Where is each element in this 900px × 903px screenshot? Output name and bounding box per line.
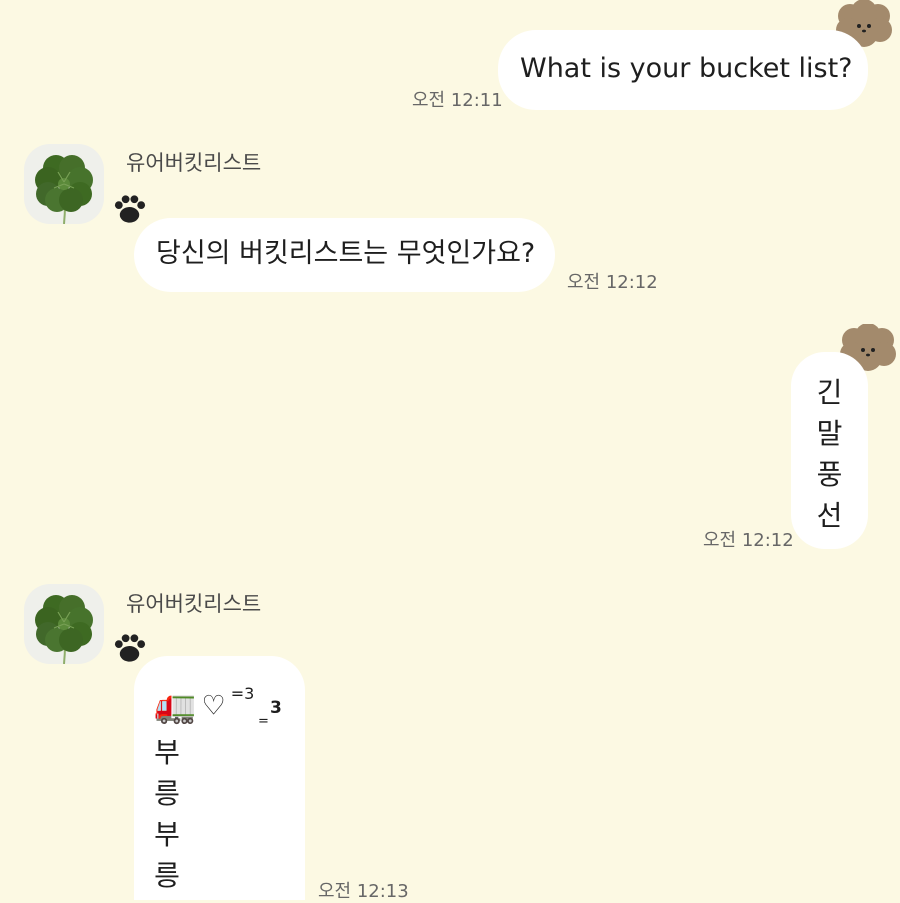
- four-leaf-clover-icon: [34, 154, 94, 224]
- message-bubble[interactable]: What is your bucket list?: [498, 30, 868, 110]
- message-text: 부 릉 부 릉: [134, 732, 200, 896]
- message-char: 풍: [816, 458, 843, 491]
- message-bubble[interactable]: 🚛 ♡ =3 = 3 부 릉 부 릉: [134, 656, 305, 900]
- sub-text: =: [258, 714, 269, 729]
- message-text: 당신의 버킷리스트는 무엇인가요?: [156, 238, 536, 269]
- message-char: 긴: [816, 376, 843, 409]
- message-text: What is your bucket list?: [520, 53, 853, 84]
- sender-name: 유어버킷리스트: [126, 592, 262, 616]
- sup-text: =3: [230, 683, 255, 703]
- message-bubble[interactable]: 긴 말 풍 선: [791, 352, 868, 549]
- message-time: 오전 12:13: [318, 881, 409, 902]
- sender-name: 유어버킷리스트: [126, 151, 262, 175]
- message-text: 긴 말 풍 선: [791, 372, 868, 536]
- four-leaf-clover-icon: [34, 594, 94, 664]
- message-char: 릉: [154, 859, 180, 892]
- message-time: 오전 12:11: [412, 90, 503, 111]
- message-char: 릉: [154, 777, 180, 810]
- message-char: 부: [154, 736, 180, 769]
- truck-icon: 🚛: [154, 686, 197, 726]
- avatar[interactable]: [24, 144, 104, 224]
- message-time: 오전 12:12: [703, 530, 794, 551]
- avatar[interactable]: [24, 584, 104, 664]
- message-bubble[interactable]: 당신의 버킷리스트는 무엇인가요?: [134, 218, 555, 292]
- paw-icon: [114, 195, 146, 223]
- message-char: 선: [816, 499, 843, 532]
- heart-icon: ♡: [201, 690, 226, 722]
- message-char: 부: [154, 818, 180, 851]
- message-top-line: 🚛 ♡ =3: [154, 683, 255, 727]
- message-char: 말: [816, 417, 843, 450]
- tail-text: 3: [270, 698, 282, 718]
- message-time: 오전 12:12: [567, 272, 658, 293]
- paw-icon: [114, 634, 146, 662]
